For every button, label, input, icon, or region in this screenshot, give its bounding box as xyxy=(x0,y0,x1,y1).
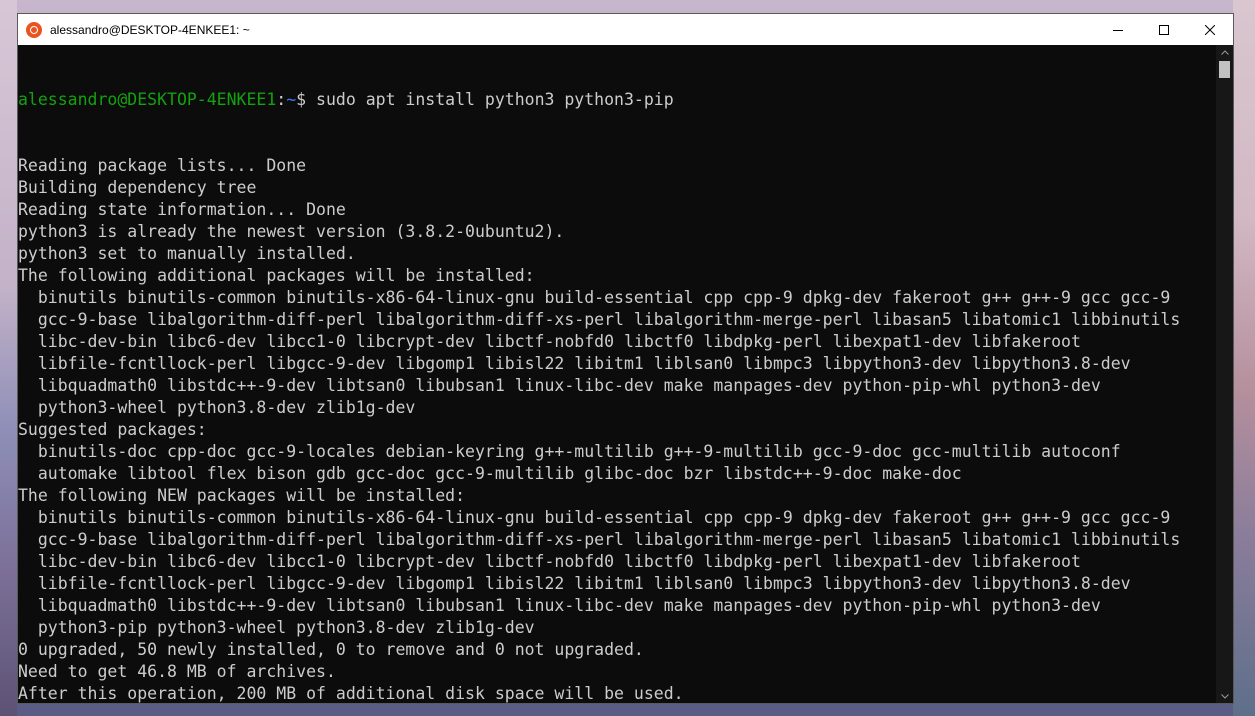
prompt-path: ~ xyxy=(286,90,297,109)
window-title: alessandro@DESKTOP-4ENKEE1: ~ xyxy=(50,22,250,37)
terminal-line: libquadmath0 libstdc++-9-dev libtsan0 li… xyxy=(18,596,1101,615)
vertical-scrollbar[interactable] xyxy=(1216,45,1233,703)
prompt-separator: : xyxy=(276,90,287,109)
terminal-window: alessandro@DESKTOP-4ENKEE1: ~ alessandro… xyxy=(17,13,1234,704)
terminal-line: gcc-9-base libalgorithm-diff-perl libalg… xyxy=(18,310,1181,329)
scroll-up-arrow-icon xyxy=(1220,49,1229,55)
desktop-background-left xyxy=(0,0,17,716)
terminal-line: python3-pip python3-wheel python3.8-dev … xyxy=(18,618,535,637)
scroll-thumb[interactable] xyxy=(1219,61,1230,78)
terminal-line: gcc-9-base libalgorithm-diff-perl libalg… xyxy=(18,530,1181,549)
terminal-output[interactable]: alessandro@DESKTOP-4ENKEE1:~$ sudo apt i… xyxy=(18,45,1216,703)
scroll-down-button[interactable] xyxy=(1216,689,1233,703)
terminal-line: libc-dev-bin libc6-dev libcc1-0 libcrypt… xyxy=(18,552,1081,571)
terminal-line: Suggested packages: xyxy=(18,420,207,439)
terminal-line: 0 upgraded, 50 newly installed, 0 to rem… xyxy=(18,640,644,659)
scroll-down-arrow-icon xyxy=(1220,693,1229,699)
terminal-line: libc-dev-bin libc6-dev libcc1-0 libcrypt… xyxy=(18,332,1081,351)
ubuntu-icon[interactable] xyxy=(26,21,42,38)
terminal-line: python3 set to manually installed. xyxy=(18,244,356,263)
terminal-line: python3 is already the newest version (3… xyxy=(18,222,565,241)
prompt-command: sudo apt install python3 python3-pip xyxy=(306,90,674,109)
terminal-line: The following additional packages will b… xyxy=(18,266,535,285)
terminal-line: The following NEW packages will be insta… xyxy=(18,486,466,505)
maximize-button[interactable] xyxy=(1141,14,1187,45)
scroll-up-button[interactable] xyxy=(1216,45,1233,59)
terminal-line: python3-wheel python3.8-dev zlib1g-dev xyxy=(18,398,416,417)
terminal-line: automake libtool flex bison gdb gcc-doc … xyxy=(18,464,962,483)
terminal-line: Need to get 46.8 MB of archives. xyxy=(18,662,336,681)
terminal-line: Reading package lists... Done xyxy=(18,156,307,175)
desktop-background-right xyxy=(1233,0,1255,716)
terminal-line: libfile-fcntllock-perl libgcc-9-dev libg… xyxy=(18,354,1131,373)
window-controls xyxy=(1095,14,1233,45)
minimize-icon xyxy=(1113,29,1123,31)
maximize-icon xyxy=(1159,24,1169,35)
prompt-user-host: alessandro@DESKTOP-4ENKEE1 xyxy=(18,90,277,109)
terminal-line: libquadmath0 libstdc++-9-dev libtsan0 li… xyxy=(18,376,1101,395)
title-bar[interactable]: alessandro@DESKTOP-4ENKEE1: ~ xyxy=(18,14,1233,45)
close-icon xyxy=(1205,24,1215,35)
prompt-line: alessandro@DESKTOP-4ENKEE1:~$ sudo apt i… xyxy=(18,89,1216,111)
terminal-line: binutils binutils-common binutils-x86-64… xyxy=(18,508,1171,527)
terminal-line: Building dependency tree xyxy=(18,178,257,197)
terminal-line: binutils-doc cpp-doc gcc-9-locales debia… xyxy=(18,442,1121,461)
terminal-text: alessandro@DESKTOP-4ENKEE1:~$ sudo apt i… xyxy=(18,45,1216,703)
close-button[interactable] xyxy=(1187,14,1233,45)
terminal-line: After this operation, 200 MB of addition… xyxy=(18,684,684,703)
terminal-line: libfile-fcntllock-perl libgcc-9-dev libg… xyxy=(18,574,1131,593)
terminal-line: Reading state information... Done xyxy=(18,200,346,219)
terminal-line: binutils binutils-common binutils-x86-64… xyxy=(18,288,1171,307)
minimize-button[interactable] xyxy=(1095,14,1141,45)
prompt-symbol: $ xyxy=(296,90,307,109)
